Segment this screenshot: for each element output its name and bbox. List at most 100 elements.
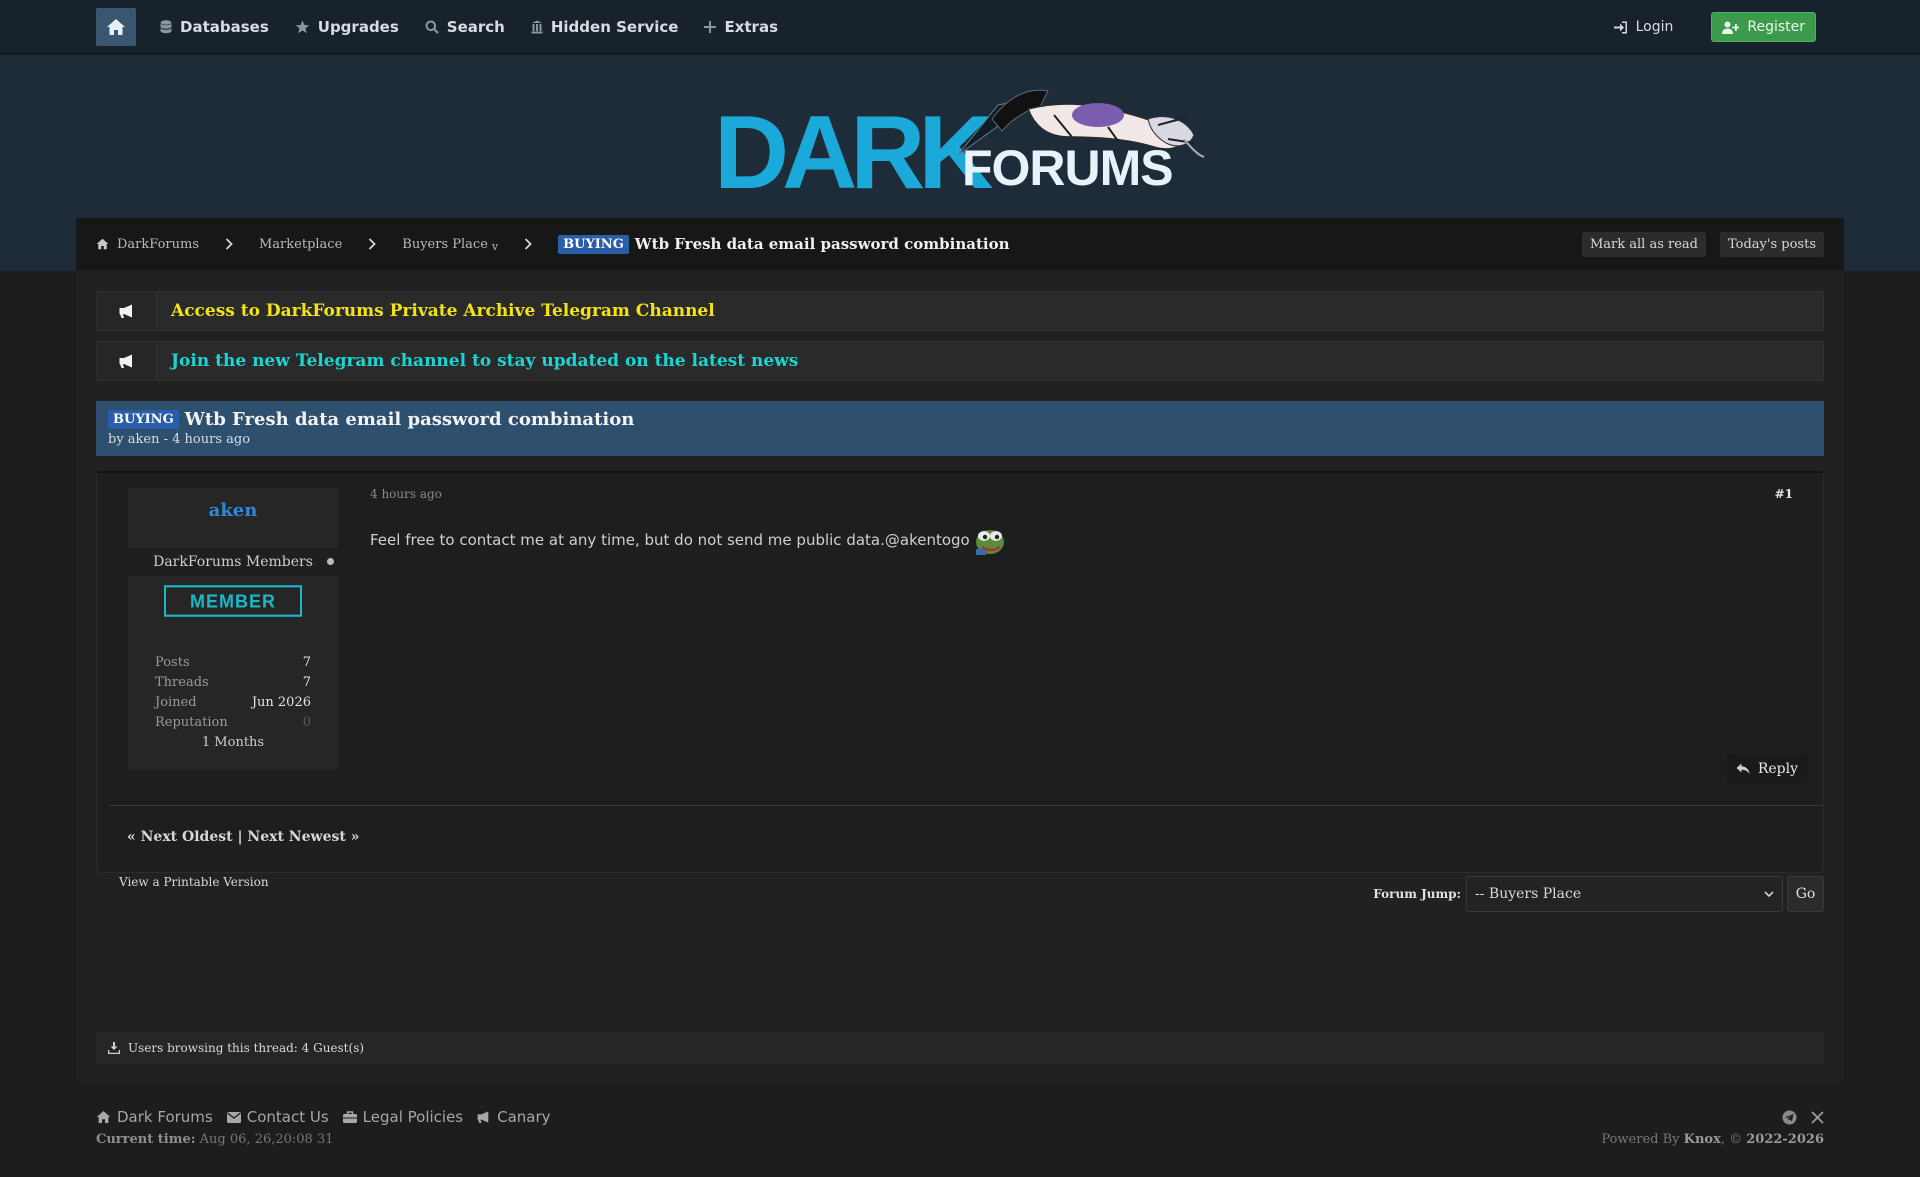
current-time-label: Current time: [96,1132,196,1147]
author-name[interactable]: aken [128,488,338,548]
register-button[interactable]: Register [1711,12,1816,42]
reply-button[interactable]: Reply [1726,754,1807,784]
sign-in-icon [1613,21,1627,33]
member-badge: MEMBER [164,585,302,617]
breadcrumb-home[interactable]: DarkForums [96,237,199,252]
database-icon [160,20,172,34]
current-time: Current time: Aug 06, 26,20:08 31 [96,1132,334,1147]
users-browsing-text: Users browsing this thread: 4 Guest(s) [128,1041,365,1055]
thread-meta: by aken - 4 hours ago [108,432,251,447]
forum-jump-selected: -- Buyers Place [1475,886,1582,902]
post: aken DarkForums Members MEMBER Posts 7 Th… [96,471,1824,873]
announcement-icon-container [97,342,157,380]
social-links [1768,1110,1824,1125]
breadcrumb-dropdown-mark[interactable]: v [492,240,498,253]
breadcrumb-darkforums-label: DarkForums [117,236,199,252]
stat-threads-value: 7 [302,675,311,690]
footer-link-contact-us[interactable]: Contact Us [226,1108,329,1126]
home-icon [96,1111,111,1123]
hidden-service-icon [531,20,543,34]
mark-all-read-button[interactable]: Mark all as read [1581,231,1706,257]
announcement-telegram[interactable]: Join the new Telegram channel to stay up… [96,341,1824,381]
search-icon [425,20,439,34]
online-status-dot [327,558,334,565]
nav-extras[interactable]: Extras [704,18,778,36]
author-stats: Posts 7 Threads 7 Joined Jun 2026 Reputatio… [155,653,311,753]
post-number-link[interactable]: #1 [1775,487,1793,501]
forum-jump-go-button[interactable]: Go [1787,876,1824,912]
home-button[interactable] [96,8,136,46]
powered-name[interactable]: Knox [1684,1132,1721,1147]
footer-link-canary-label: Canary [497,1108,551,1126]
breadcrumb-buyers-place-label: Buyers Place [402,236,488,252]
stat-posts: Posts 7 [155,653,311,673]
breadcrumb-current: BUYING Wtb Fresh data email password com… [558,234,1010,254]
stat-threads-label: Threads [155,675,209,690]
bullhorn-icon [119,304,132,318]
breadcrumb-current-label: Wtb Fresh data email password combinatio… [634,235,1010,253]
thread-title-text: Wtb Fresh data email password combinatio… [184,409,635,430]
nav-extras-label: Extras [724,18,779,36]
powered-by: Powered By Knox, © 2022-2026 [1601,1132,1824,1147]
nav-search-label: Search [446,18,505,36]
login-link[interactable]: Login [1613,19,1673,35]
nav-hidden-service[interactable]: Hidden Service [531,18,678,36]
footer-links: Dark Forums Contact Us Legal Policies Ca… [96,1108,565,1126]
reply-label: Reply [1757,761,1798,777]
plus-icon [704,21,717,33]
todays-posts-button[interactable]: Today's posts [1720,231,1824,257]
stat-posts-label: Posts [155,655,190,670]
stat-joined: Joined Jun 2026 [155,693,311,713]
footer-link-canary[interactable]: Canary [477,1108,551,1126]
nav-databases-label: Databases [180,18,269,36]
announcement-telegram-text: Join the new Telegram channel to stay up… [171,351,799,371]
breadcrumb: DarkForums Marketplace Buyers Place v BU… [76,218,1844,270]
x-twitter-link[interactable] [1811,1111,1824,1124]
footer-link-contact-us-label: Contact Us [246,1108,329,1126]
stat-reputation-label: Reputation [155,715,228,730]
printable-version-link[interactable]: View a Printable Version [119,875,269,889]
powered-sep: , © [1720,1132,1743,1147]
footer-link-legal-policies[interactable]: Legal Policies [342,1108,463,1126]
envelope-icon [226,1111,241,1123]
site-logo[interactable]: DARK FORUMS [712,79,1206,209]
post-body-text: Feel free to contact me at any time, but… [370,531,970,549]
star-icon [295,20,310,34]
breadcrumb-marketplace-label: Marketplace [259,236,343,252]
buying-prefix-badge: BUYING [558,234,629,254]
announcement-archive-text: Access to DarkForums Private Archive Tel… [171,301,715,321]
nav-upgrades[interactable]: Upgrades [295,18,399,36]
current-time-value: Aug 06, 26,20:08 31 [199,1132,334,1147]
home-icon [107,19,125,35]
buying-prefix-badge: BUYING [108,410,179,429]
user-plus-icon [1722,21,1740,34]
stat-posts-value: 7 [302,655,311,670]
stat-reputation-value[interactable]: 0 [303,713,311,733]
breadcrumb-marketplace[interactable]: Marketplace [259,237,342,252]
next-oldest-newest-links[interactable]: « Next Oldest | Next Newest » [127,829,359,845]
breadcrumb-buyers-place[interactable]: Buyers Place v [402,236,498,253]
chevron-down-icon [1764,890,1774,897]
register-label: Register [1747,19,1805,35]
download-icon [108,1042,120,1054]
home-icon [96,238,109,250]
announcement-archive[interactable]: Access to DarkForums Private Archive Tel… [96,291,1824,331]
bullhorn-icon [119,354,132,368]
telegram-link[interactable] [1782,1110,1797,1125]
top-navbar: Databases Upgrades Search Hidden Service… [0,0,1920,54]
nav-databases[interactable]: Databases [160,18,269,36]
footer-link-dark-forums-label: Dark Forums [117,1108,213,1126]
forum-jump: Forum Jump: -- Buyers Place Go [1373,876,1824,912]
briefcase-icon [342,1111,357,1123]
x-twitter-icon [1811,1111,1824,1124]
powered-prefix: Powered By [1601,1132,1680,1147]
forum-jump-select[interactable]: -- Buyers Place [1466,876,1783,912]
author-group-label: DarkForums Members [153,554,313,570]
users-browsing: Users browsing this thread: 4 Guest(s) [96,1032,1824,1064]
nav-upgrades-label: Upgrades [317,18,399,36]
stat-joined-value: Jun 2026 [251,695,311,710]
nav-search[interactable]: Search [425,18,505,36]
footer-link-dark-forums[interactable]: Dark Forums [96,1108,213,1126]
powered-years: 2022-2026 [1746,1132,1824,1147]
telegram-icon [1782,1110,1797,1125]
